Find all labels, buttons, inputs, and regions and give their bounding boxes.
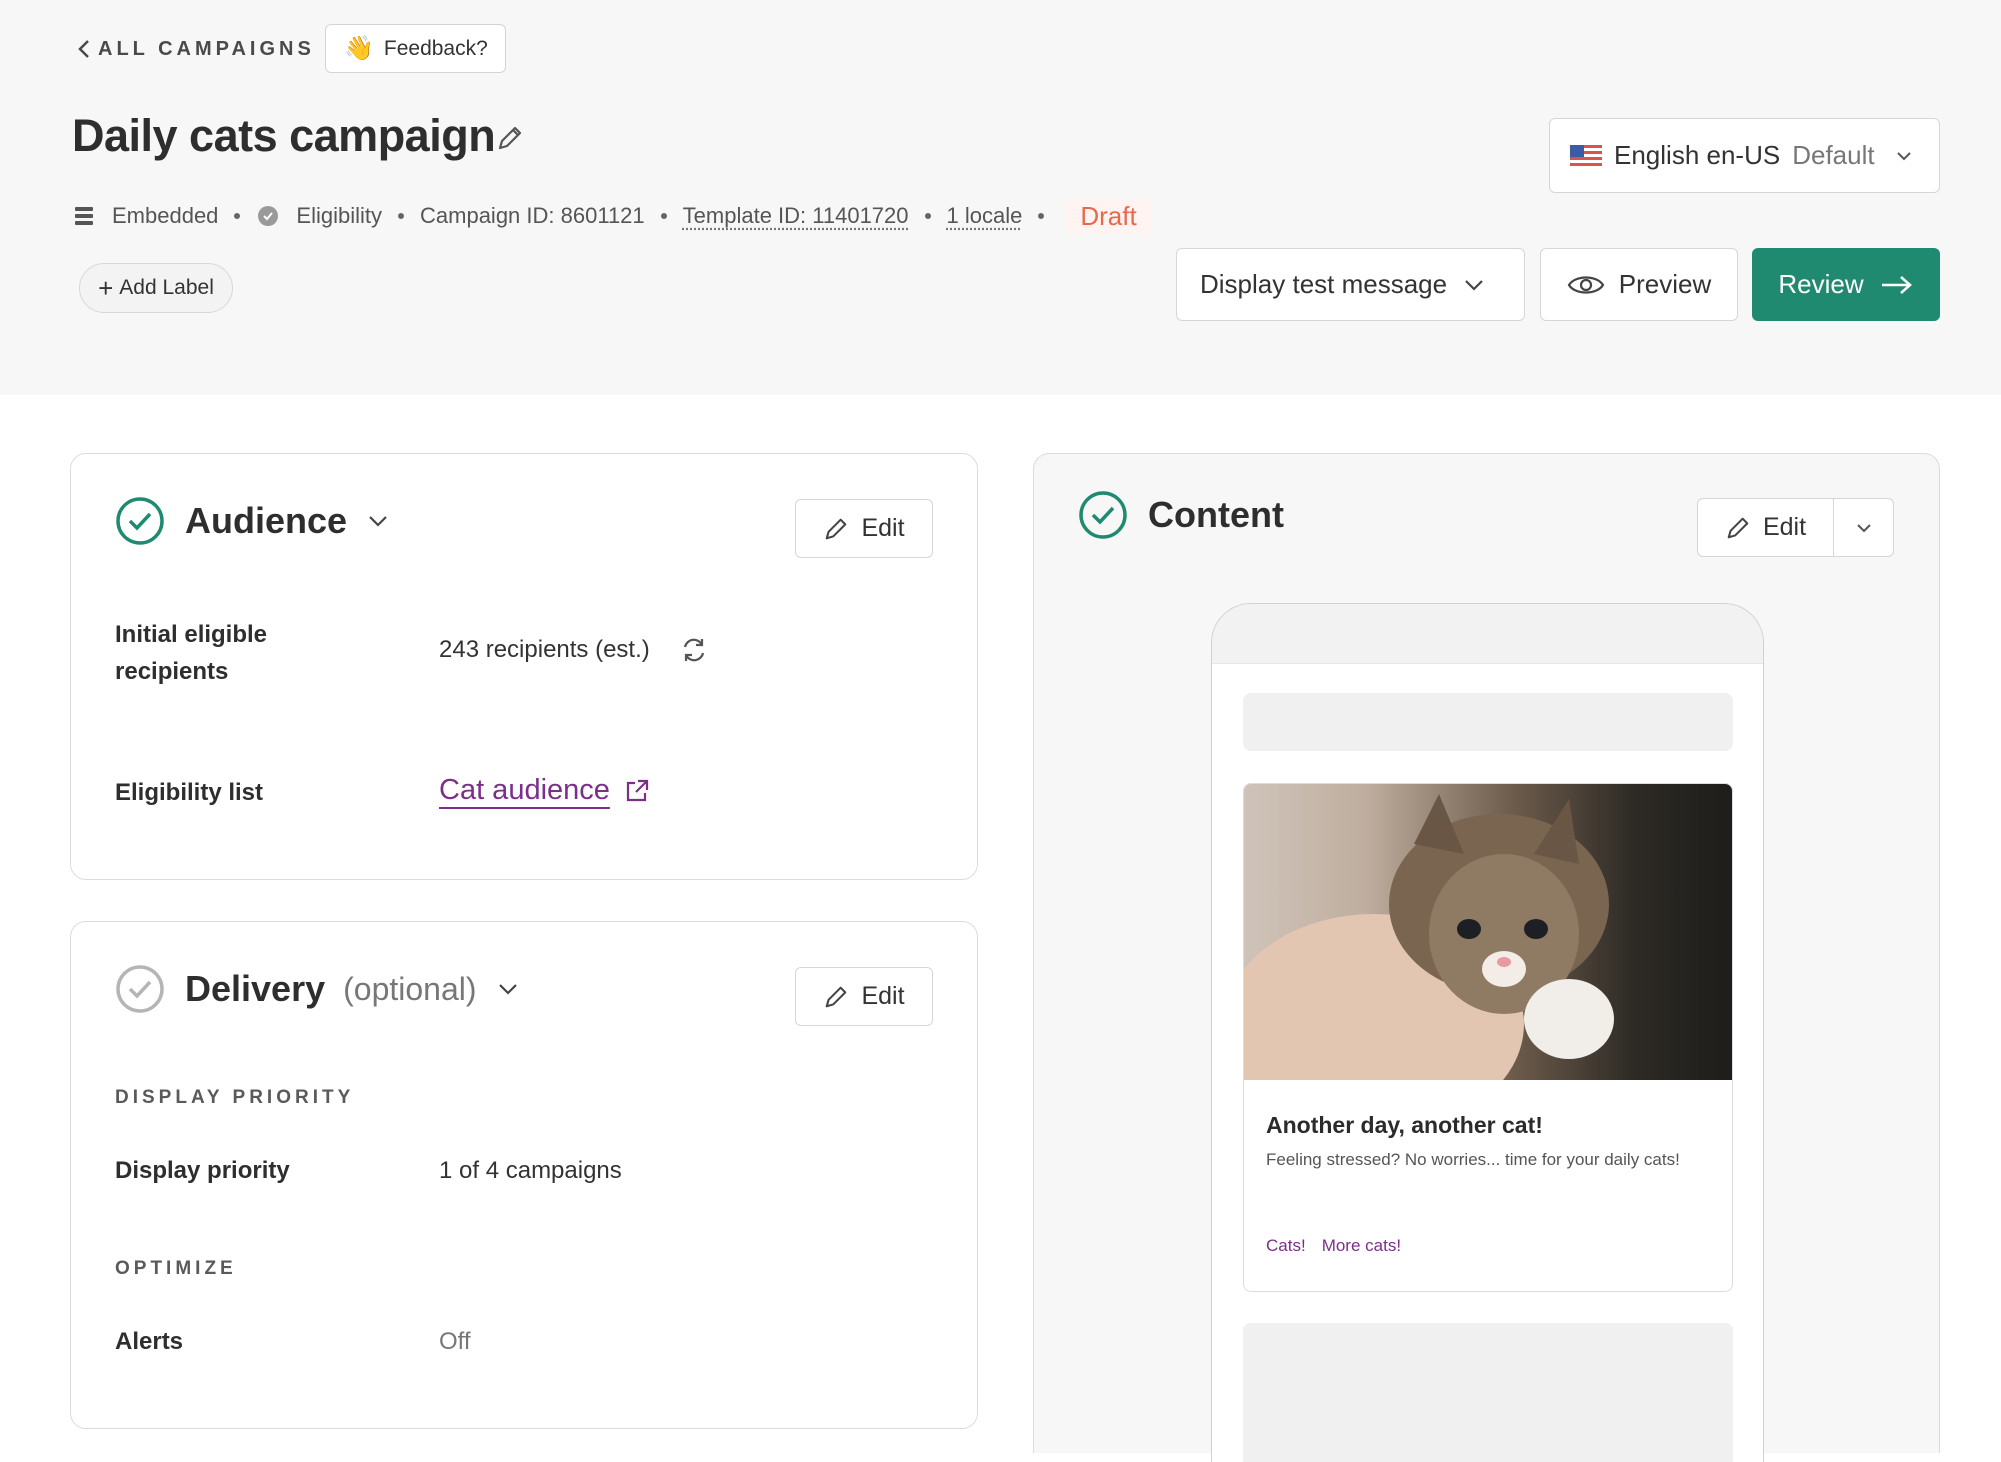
us-flag-icon [1570, 144, 1602, 167]
phone-status-bar [1212, 604, 1763, 664]
chevron-down-icon [1465, 279, 1483, 291]
meta-type: Eligibility [296, 203, 383, 228]
preview-label: Preview [1618, 269, 1712, 299]
delivery-header[interactable]: Delivery (optional) [115, 964, 519, 1014]
chevron-left-icon [78, 40, 89, 58]
edit-title-pencil-icon[interactable] [496, 124, 524, 157]
badge-icon [258, 206, 279, 226]
review-button[interactable]: Review [1752, 248, 1940, 321]
chevron-down-icon [1856, 523, 1871, 532]
placeholder-block [1243, 1323, 1733, 1462]
embedded-icon [75, 207, 93, 225]
plus-icon: + [98, 273, 114, 303]
meta-campaign-id: Campaign ID: 8601121 [420, 203, 645, 228]
display-priority-caption: DISPLAY PRIORITY [115, 1087, 355, 1108]
test-message-label: Display test message [1200, 269, 1448, 299]
feedback-label: Feedback? [383, 36, 488, 60]
preview-button[interactable]: Preview [1540, 248, 1738, 321]
pencil-icon [1727, 517, 1749, 538]
message-links: Cats! More cats! [1266, 1236, 1401, 1256]
meta-channel: Embedded [112, 203, 219, 228]
audience-title: Audience [185, 500, 348, 541]
review-label: Review [1778, 269, 1864, 299]
status-badge: Draft [1066, 198, 1151, 234]
back-to-campaigns-link[interactable]: ALL CAMPAIGNS [78, 36, 315, 62]
page-title: Daily cats campaign [72, 110, 496, 161]
external-link-icon [626, 779, 649, 801]
cats-link[interactable]: Cats! [1266, 1236, 1306, 1256]
locale-select[interactable]: English en-US Default [1549, 118, 1940, 193]
display-priority-value: 1 of 4 campaigns [439, 1157, 622, 1184]
content-edit-split-button[interactable]: Edit [1697, 498, 1894, 557]
chevron-down-icon [498, 984, 517, 995]
chevron-down-icon [369, 516, 387, 527]
edit-label: Edit [1762, 513, 1807, 541]
audience-card: Audience Edit Initial eligible recipient… [70, 453, 978, 880]
content-edit-menu-toggle[interactable] [1834, 522, 1893, 534]
pencil-icon [826, 986, 847, 1007]
meta-locales-link[interactable]: 1 locale [947, 203, 1023, 229]
content-card: Content Edit Another day, another cat! F… [1033, 453, 1940, 1462]
pencil-icon [826, 518, 847, 539]
content-title: Content [1148, 494, 1284, 535]
check-circle-icon [1079, 491, 1127, 539]
meta-separator [924, 213, 931, 219]
meta-separator [660, 213, 667, 219]
message-title: Another day, another cat! [1266, 1112, 1543, 1138]
cat-audience-link[interactable]: Cat audience [439, 772, 610, 809]
campaign-header: ALL CAMPAIGNS 👋 Feedback? Daily cats cam… [0, 0, 2001, 395]
add-label-button[interactable]: + Add Label [79, 263, 233, 313]
content-header: Content [1078, 490, 1284, 540]
edit-label: Edit [861, 982, 905, 1010]
kitten-image [1244, 784, 1732, 1134]
refresh-icon[interactable] [680, 636, 708, 664]
audience-header[interactable]: Audience [115, 496, 389, 546]
chevron-down-icon [1896, 151, 1911, 160]
message-body: Feeling stressed? No worries... time for… [1266, 1150, 1680, 1169]
alerts-label: Alerts [115, 1328, 184, 1355]
initial-recipients-value: 243 recipients (est.) [439, 631, 708, 668]
more-cats-link[interactable]: More cats! [1322, 1236, 1401, 1256]
content-edit-button[interactable]: Edit [1698, 499, 1834, 556]
recipients-count: 243 recipients (est.) [439, 636, 650, 663]
meta-separator [1038, 213, 1045, 219]
eligibility-list-link[interactable]: Cat audience [439, 772, 650, 809]
meta-separator [398, 213, 405, 219]
meta-template-id-link[interactable]: Template ID: 11401720 [683, 203, 909, 229]
locale-name: English en-US [1614, 140, 1781, 170]
check-circle-icon [116, 497, 164, 545]
delivery-title: Delivery [185, 968, 326, 1009]
display-test-message-button[interactable]: Display test message [1176, 248, 1525, 321]
audience-edit-button[interactable]: Edit [795, 499, 933, 558]
waving-hand-icon: 👋 [344, 35, 374, 62]
back-label: ALL CAMPAIGNS [98, 37, 315, 60]
arrow-right-icon [1881, 275, 1912, 294]
check-circle-outline-icon [116, 965, 164, 1013]
eye-icon [1567, 275, 1605, 294]
add-label-text: Add Label [119, 276, 214, 299]
campaign-meta: Embedded Eligibility Campaign ID: 860112… [72, 198, 1151, 234]
phone-preview: Another day, another cat! Feeling stress… [1211, 603, 1764, 1462]
delivery-optional-tag: (optional) [343, 970, 477, 1007]
feedback-button[interactable]: 👋 Feedback? [325, 24, 506, 73]
placeholder-block [1243, 693, 1733, 751]
alerts-value: Off [439, 1328, 471, 1355]
message-card: Another day, another cat! Feeling stress… [1243, 783, 1733, 1292]
edit-label: Edit [861, 514, 905, 542]
optimize-caption: OPTIMIZE [115, 1258, 237, 1279]
locale-default-tag: Default [1792, 140, 1875, 170]
display-priority-label: Display priority [115, 1157, 290, 1184]
delivery-card: Delivery (optional) Edit DISPLAY PRIORIT… [70, 921, 978, 1429]
meta-separator [234, 213, 241, 219]
initial-recipients-label: Initial eligible recipients [115, 621, 268, 685]
eligibility-list-label: Eligibility list [115, 779, 264, 806]
delivery-edit-button[interactable]: Edit [795, 967, 933, 1026]
